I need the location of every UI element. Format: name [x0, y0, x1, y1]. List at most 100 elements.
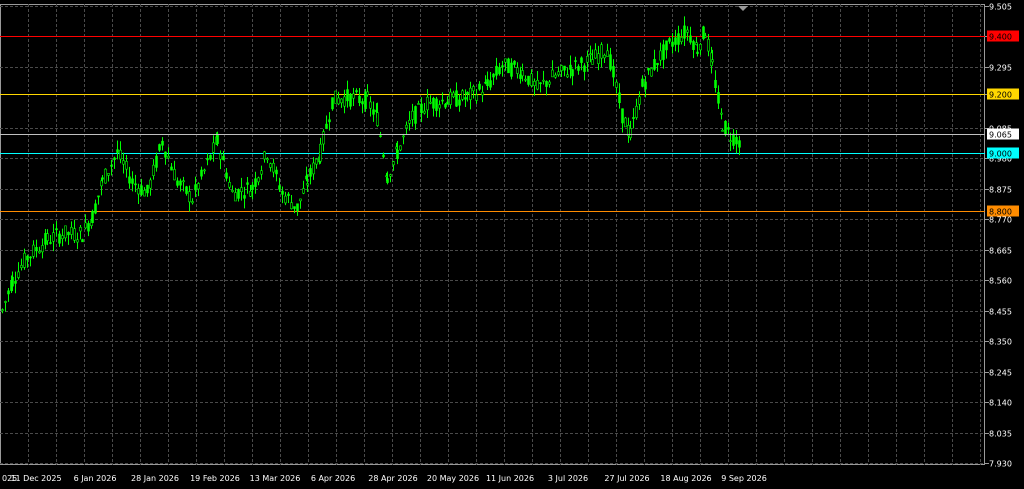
- candle-body: [119, 149, 122, 160]
- candle-body: [577, 66, 580, 71]
- candle-body: [4, 301, 7, 303]
- candle-body: [674, 37, 677, 45]
- x-tick-label: 11 Dec 2025: [10, 474, 61, 483]
- y-tick-label: 8.560: [989, 277, 1012, 286]
- candle-body: [263, 151, 266, 160]
- x-tick-label: 3 Jul 2026: [548, 474, 588, 483]
- candle-body: [426, 96, 429, 111]
- candle-body: [369, 101, 372, 109]
- x-tick-label: 9 Sep 2026: [721, 474, 767, 483]
- candle-body: [158, 144, 161, 151]
- candle-body: [260, 170, 263, 175]
- candle-body: [615, 81, 618, 88]
- candle-body: [647, 67, 650, 71]
- candle-body: [246, 182, 249, 185]
- y-tick-label: 8.770: [989, 216, 1012, 225]
- candle-body: [386, 178, 389, 183]
- y-tick-label: 9.505: [989, 3, 1012, 12]
- candle-body: [299, 198, 302, 202]
- candle-body: [203, 169, 206, 172]
- candle-body: [64, 225, 67, 239]
- level-label: 9.200: [989, 91, 1012, 100]
- candle-body: [55, 228, 58, 231]
- chart-canvas[interactable]: 9.5059.4009.2959.2009.0858.9808.8758.770…: [0, 0, 1024, 485]
- candle-body: [580, 57, 583, 63]
- candle-body: [671, 41, 674, 47]
- candle-body: [76, 239, 79, 243]
- candle-body: [591, 59, 594, 65]
- candle-body: [206, 158, 209, 161]
- candle-body: [194, 184, 197, 191]
- candle-body: [530, 73, 533, 87]
- x-tick-label: 27 Jul 2026: [604, 474, 649, 483]
- candle-body: [58, 233, 61, 244]
- candle-body: [574, 60, 577, 62]
- candle-body: [164, 151, 167, 158]
- candle-body: [653, 59, 656, 70]
- candle-body: [240, 187, 243, 193]
- candle-body: [382, 154, 385, 158]
- candle-body: [140, 185, 143, 195]
- candle-body: [606, 50, 609, 57]
- candle-body: [322, 131, 325, 145]
- candle-body: [527, 75, 530, 85]
- y-axis: 9.5059.4009.2959.2009.0858.9808.8758.770…: [985, 3, 1012, 469]
- candle-body: [315, 158, 318, 165]
- candle-body: [182, 180, 185, 183]
- candle-body: [504, 58, 507, 63]
- candle-body: [20, 265, 23, 268]
- candle-body: [222, 156, 225, 161]
- candle-body: [507, 58, 510, 74]
- candle-body: [408, 119, 411, 124]
- candle-body: [134, 183, 137, 186]
- candle-body: [91, 211, 94, 223]
- candle-body: [481, 91, 484, 96]
- candle-body: [727, 127, 730, 130]
- candle-body: [212, 142, 215, 153]
- candle-body: [557, 71, 560, 76]
- candle-body: [689, 35, 692, 43]
- candle-body: [501, 65, 504, 68]
- candle-body: [417, 103, 420, 105]
- candle-body: [1, 309, 4, 312]
- candle-body: [179, 180, 182, 186]
- candle-body: [331, 97, 334, 110]
- candle-body: [478, 83, 481, 90]
- candle-body: [340, 98, 343, 104]
- candle-body: [692, 41, 695, 50]
- candle-body: [355, 90, 358, 93]
- x-tick-label: 6 Jan 2026: [74, 474, 117, 483]
- candle-body: [464, 97, 467, 100]
- candle-body: [7, 290, 10, 295]
- candle-body: [621, 108, 624, 124]
- candle-body: [200, 169, 203, 177]
- price-chart[interactable]: 9.5059.4009.2959.2009.0858.9808.8758.770…: [0, 0, 1024, 485]
- candle-body: [176, 180, 179, 186]
- x-tick-label: 11 Jun 2026: [486, 474, 534, 483]
- candle-body: [571, 69, 574, 77]
- candle-body: [638, 96, 641, 105]
- candle-body: [302, 188, 305, 194]
- candle-body: [67, 231, 70, 236]
- candle-body: [149, 179, 152, 189]
- x-tick-label: 28 Jan 2026: [131, 474, 179, 483]
- candle-body: [94, 203, 97, 214]
- candle-body: [131, 178, 134, 184]
- candle-body: [729, 140, 732, 142]
- candle-body: [290, 202, 293, 210]
- candle-body: [516, 67, 519, 74]
- candle-body: [533, 80, 536, 86]
- candle-body: [542, 79, 545, 82]
- candle-body: [17, 271, 20, 278]
- candle-body: [152, 164, 155, 176]
- y-tick-label: 8.455: [989, 308, 1012, 317]
- candle-body: [296, 203, 299, 212]
- candle-body: [486, 79, 489, 87]
- candle-body: [659, 50, 662, 61]
- candle-body: [70, 226, 73, 235]
- candle-body: [498, 67, 501, 75]
- candle-body: [216, 133, 219, 144]
- candle-body: [23, 252, 26, 268]
- candle-body: [589, 53, 592, 56]
- candle-body: [668, 38, 671, 42]
